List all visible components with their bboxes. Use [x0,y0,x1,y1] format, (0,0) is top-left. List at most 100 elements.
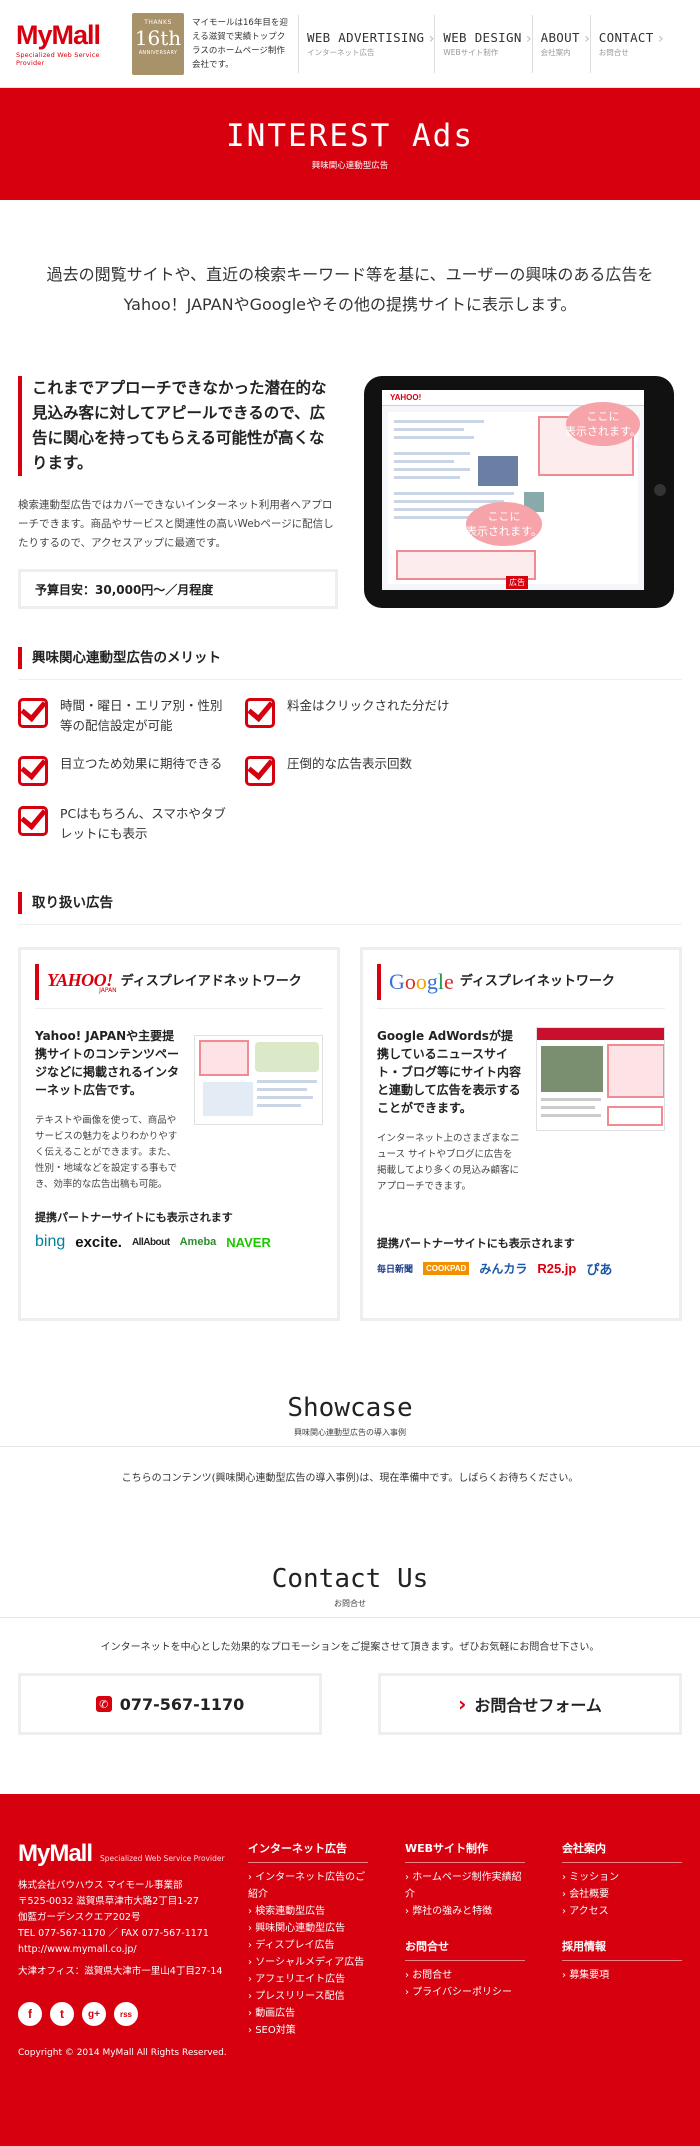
ad-bubble-2: ここに 表示されます。 [466,502,542,546]
tablet-illustration: YAHOO! ここに 表示されます。 ここに 表示されます。 広告 [364,376,674,608]
handling-title: 取り扱い広告 [18,892,682,914]
divider [0,1446,700,1447]
copyright: Copyright © 2014 MyMall All Rights Reser… [18,2048,227,2058]
phone-button[interactable]: ✆ 077-567-1170 [18,1673,322,1735]
divider [0,1617,700,1618]
card-header: YAHOO! JAPAN ディスプレイアドネットワーク [35,964,323,1000]
checkbox-icon [18,698,48,728]
logo-tagline: Specialized Web Service Provider [16,50,100,67]
card-title: ディスプレイアドネットワーク [120,974,302,989]
footer-link[interactable]: ソーシャルメディア広告 [248,1954,368,1971]
logo-link[interactable]: MyMall Specialized Web Service Provider [16,21,128,67]
yahoo-logo-text: YAHOO! [47,969,113,990]
contact-title: Contact Us [271,1564,429,1594]
footer-link[interactable]: SEO対策 [248,2022,368,2039]
divider [35,1008,323,1009]
footer-logo[interactable]: MyMall [18,1840,93,1868]
nav-label-ja: 会社案内 [540,47,571,57]
phone-number: 077-567-1170 [119,1694,245,1714]
bing-logo: bing [35,1233,66,1250]
nav-web-design[interactable]: WEB DESIGN WEBサイト制作 [434,14,532,73]
intro-section: これまでアプローチできなかった潜在的な見込み客に対してアピールできるので、広告に… [0,376,700,609]
page-subtitle: 興味関心連動型広告 [311,161,389,171]
footer-link[interactable]: 会社概要 [562,1886,682,1903]
ad-cards: YAHOO! JAPAN ディスプレイアドネットワーク Yahoo! JAPAN… [18,947,682,1321]
excite-logo: excite. [75,1233,122,1251]
screenshot-yahoo-logo: YAHOO! [390,393,422,402]
naver-logo: NAVER [226,1234,271,1250]
footer-tagline: Specialized Web Service Provider [100,1854,225,1863]
nav-about[interactable]: ABOUT 会社案内 [531,14,590,73]
checkbox-icon [245,698,275,728]
site-header: MyMall Specialized Web Service Provider … [0,0,700,88]
logo: MyMall [16,19,101,50]
nav-contact[interactable]: CONTACT お問合せ [589,14,664,73]
nav-label-en: WEB DESIGN [443,29,522,45]
footer-col-web: WEBサイト制作 ホームページ制作実績紹介 弊社の強みと特徴 お問合せ お問合せ… [405,1840,525,2001]
footer-col-ads: インターネット広告 インターネット広告のご紹介 検索連動型広告 興味関心連動型広… [248,1840,368,2039]
hero-banner: INTEREST Ads 興味関心連動型広告 [0,88,700,200]
merit-text: 時間・曜日・エリア別・性別等の配信設定が可能 [60,698,223,733]
footer-link[interactable]: 募集要項 [562,1967,682,1984]
facebook-icon[interactable]: f [18,2002,42,2026]
footer-link[interactable]: 検索連動型広告 [248,1903,368,1920]
contact-form-label: お問合せフォーム [474,1696,602,1715]
minkara-logo: みんカラ [479,1262,528,1276]
main-nav: WEB ADVERTISING インターネット広告 WEB DESIGN WEB… [298,0,664,88]
nav-label-ja: お問合せ [598,47,629,57]
anniversary-badge: THANKS 16th ANNIVERSARY [132,12,184,75]
lead-text: 過去の閲覧サイトや、直近の検索キーワード等を基に、ユーザーの興味のある広告を Y… [0,260,700,320]
footer-link[interactable]: 興味関心連動型広告 [248,1920,368,1937]
partner-logos: bing excite. AllAbout Ameba NAVER [35,1233,323,1251]
showcase-text: こちらのコンテンツ(興味関心連動型広告の導入事例)は、現在準備中です。しばらくお… [121,1473,579,1484]
mainichi-logo: 毎日新聞 [377,1264,414,1274]
contact-text: インターネットを中心とした効果的なプロモーションをご提案させて頂きます。ぜひお気… [100,1642,600,1653]
tablet-home-button [654,484,666,496]
ad-bubble-1: ここに 表示されます。 [565,402,641,446]
nav-label-en: WEB ADVERTISING [307,29,425,45]
footer-link[interactable]: ホームページ制作実績紹介 [405,1869,525,1903]
nav-label-ja: インターネット広告 [307,47,375,57]
google-plus-icon[interactable]: g+ [82,2002,106,2026]
site-footer: MyMall Specialized Web Service Provider … [0,1794,700,2146]
card-lead: Google AdWordsが提携しているニュースサイト・ブログ等にサイト内容と… [377,1029,522,1115]
footer-link[interactable]: アクセス [562,1903,682,1920]
intro-text-column: これまでアプローチできなかった潜在的な見込み客に対してアピールできるので、広告に… [18,376,338,609]
merit-item: 時間・曜日・エリア別・性別等の配信設定が可能 [18,696,245,736]
footer-link[interactable]: アフェリエイト広告 [248,1971,368,1988]
contact-form-button[interactable]: › お問合せフォーム [378,1673,682,1735]
merit-item: PCはもちろん、スマホやタブレットにも表示 [18,804,245,844]
allabout-logo: AllAbout [131,1236,170,1248]
contact-section: Contact Us お問合せ インターネットを中心とした効果的なプロモーション… [0,1564,700,1735]
footer-link[interactable]: プレスリリース配信 [248,1988,368,2005]
google-card: Google ディスプレイネットワーク Google AdWordsが提携してい… [360,947,682,1321]
rss-icon[interactable]: rss [114,2002,138,2026]
yahoo-ad-screenshot [193,1035,323,1125]
footer-link[interactable]: ディスプレイ広告 [248,1937,368,1954]
merit-item: 料金はクリックされた分だけ [245,696,472,736]
ad-tag: 広告 [506,576,528,589]
merit-text: 料金はクリックされた分だけ [287,698,450,713]
divider [377,1008,665,1009]
footer-link[interactable]: お問合せ [405,1967,525,1984]
nav-web-advertising[interactable]: WEB ADVERTISING インターネット広告 [298,14,435,73]
cookpad-logo: COOKPAD [423,1262,470,1275]
checkbox-icon [245,756,275,786]
yahoo-card: YAHOO! JAPAN ディスプレイアドネットワーク Yahoo! JAPAN… [18,947,340,1321]
lead-line-1: 過去の閲覧サイトや、直近の検索キーワード等を基に、ユーザーの興味のある広告を [46,265,654,284]
nav-label-en: CONTACT [598,29,654,45]
phone-icon: ✆ [95,1696,112,1712]
badge-anniversary: ANNIVERSARY [138,49,178,56]
footer-link[interactable]: プライバシーポリシー [405,1984,525,2001]
badge-number: 16th [134,25,182,50]
footer-link[interactable]: インターネット広告のご紹介 [248,1869,368,1903]
footer-col-title: 採用情報 [562,1938,682,1961]
footer-link[interactable]: 動画広告 [248,2005,368,2022]
footer-link[interactable]: 弊社の強みと特徴 [405,1903,525,1920]
twitter-icon[interactable]: t [50,2002,74,2026]
contact-subtitle: お問合せ [334,1599,366,1608]
intro-heading: これまでアプローチできなかった潜在的な見込み客に対してアピールできるので、広告に… [18,376,338,476]
card-description: テキストや画像を使って、商品やサービスの魅力をよりわかりやすく伝えることができま… [35,1115,178,1190]
footer-link[interactable]: ミッション [562,1869,682,1886]
card-text-column: Yahoo! JAPANや主要提携サイトのコンテンツページなどに掲載されるインタ… [35,1027,180,1193]
